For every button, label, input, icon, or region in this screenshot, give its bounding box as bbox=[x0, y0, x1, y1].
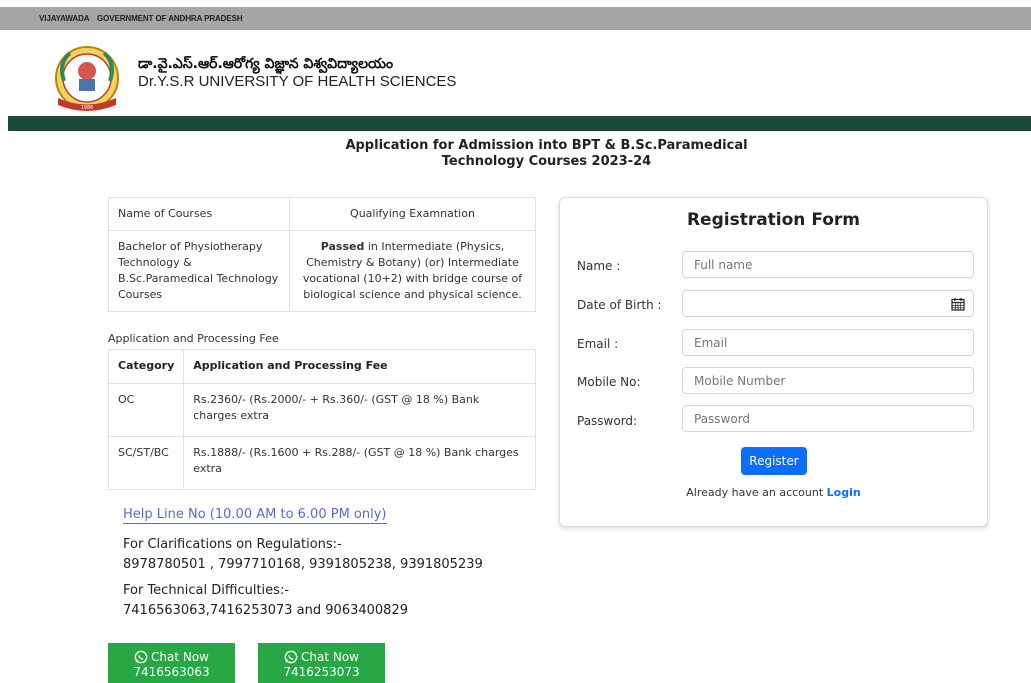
helpline-link[interactable]: Help Line No (10.00 AM to 6.00 PM only) bbox=[123, 507, 387, 524]
table-row: OC Rs.2360/- (Rs.2000/- + Rs.360/- (GST … bbox=[107, 383, 536, 437]
login-prompt: Already have an account Login bbox=[560, 486, 987, 499]
mobile-input[interactable] bbox=[682, 367, 974, 394]
regulations-label: For Clarifications on Regulations:- bbox=[123, 537, 342, 552]
technical-label: For Technical Difficulties:- bbox=[123, 583, 290, 598]
registration-form-card: Registration Form Name : Date of Birth :… bbox=[559, 197, 988, 527]
fee-caption: Application and Processing Fee bbox=[108, 332, 279, 345]
university-logo-image: 1986 bbox=[55, 46, 119, 111]
email-label: Email : bbox=[577, 337, 619, 351]
dob-input[interactable] bbox=[682, 290, 974, 317]
header-divider-bar bbox=[8, 116, 1031, 131]
topbar-city[interactable]: VIJAYAWADA bbox=[39, 14, 90, 23]
fees-header-category: Category bbox=[107, 349, 185, 384]
regulations-numbers: 8978780501 , 7997710168, 9391805238, 939… bbox=[123, 557, 483, 572]
chat-now-number: 7416563063 bbox=[133, 665, 210, 679]
technical-numbers: 7416563063,7416253073 and 9063400829 bbox=[123, 603, 408, 618]
fee-category-cell: SC/ST/BC bbox=[107, 436, 185, 490]
table-row: Name of Courses Qualifying Examnation bbox=[108, 197, 536, 231]
fees-header-fee: Application and Processing Fee bbox=[183, 349, 536, 384]
top-bar: VIJAYAWADA GOVERNMENT OF ANDHRA PRADESH bbox=[0, 7, 1031, 30]
calendar-icon[interactable] bbox=[951, 297, 965, 311]
university-logo[interactable]: 1986 bbox=[46, 43, 128, 116]
dob-label: Date of Birth : bbox=[577, 298, 662, 312]
course-name-cell: Bachelor of Physiotherapy Technology & B… bbox=[108, 230, 290, 312]
whatsapp-icon bbox=[134, 650, 148, 664]
chat-now-button-1[interactable]: Chat Now 7416563063 bbox=[108, 643, 235, 683]
fee-category-cell: OC bbox=[107, 383, 185, 437]
name-label: Name : bbox=[577, 259, 621, 273]
courses-header-qualifying: Qualifying Examnation bbox=[289, 197, 536, 231]
chat-now-label: Chat Now bbox=[151, 650, 209, 664]
name-input[interactable] bbox=[682, 251, 974, 278]
fee-amount-cell: Rs.2360/- (Rs.2000/- + Rs.360/- (GST @ 1… bbox=[183, 383, 536, 437]
login-link[interactable]: Login bbox=[827, 486, 861, 499]
qualifying-passed: Passed bbox=[320, 240, 365, 253]
have-account-text: Already have an account bbox=[686, 486, 824, 499]
register-button[interactable]: Register bbox=[741, 447, 807, 475]
registration-form-title: Registration Form bbox=[686, 210, 861, 230]
mobile-label: Mobile No: bbox=[577, 375, 641, 389]
password-input[interactable] bbox=[682, 405, 974, 432]
chat-now-button-2[interactable]: Chat Now 7416253073 bbox=[258, 643, 385, 683]
chat-now-number: 7416253073 bbox=[283, 665, 360, 679]
page-title: Application for Admission into BPT & B.S… bbox=[330, 138, 763, 170]
courses-table: Name of Courses Qualifying Examnation Ba… bbox=[108, 197, 536, 312]
fees-table: Category Application and Processing Fee … bbox=[107, 349, 536, 490]
table-row: Bachelor of Physiotherapy Technology & B… bbox=[108, 230, 536, 312]
page-title-line2: Technology Courses 2023-24 bbox=[441, 154, 652, 169]
email-input[interactable] bbox=[682, 329, 974, 356]
chat-now-label: Chat Now bbox=[301, 650, 359, 664]
qualifying-cell: Passed in Intermediate (Physics, Chemist… bbox=[289, 230, 536, 312]
table-row: SC/ST/BC Rs.1888/- (Rs.1600 + Rs.288/- (… bbox=[107, 436, 536, 490]
logo-year: 1986 bbox=[81, 105, 94, 111]
whatsapp-icon bbox=[284, 650, 298, 664]
university-name-english: Dr.Y.S.R UNIVERSITY OF HEALTH SCIENCES bbox=[138, 73, 457, 90]
table-row: Category Application and Processing Fee bbox=[107, 349, 536, 384]
page-title-line1: Application for Admission into BPT & B.S… bbox=[345, 138, 748, 153]
password-label: Password: bbox=[577, 414, 638, 428]
topbar-government[interactable]: GOVERNMENT OF ANDHRA PRADESH bbox=[97, 14, 243, 23]
courses-header-name: Name of Courses bbox=[108, 197, 290, 231]
fee-amount-cell: Rs.1888/- (Rs.1600 + Rs.288/- (GST @ 18 … bbox=[183, 436, 536, 490]
